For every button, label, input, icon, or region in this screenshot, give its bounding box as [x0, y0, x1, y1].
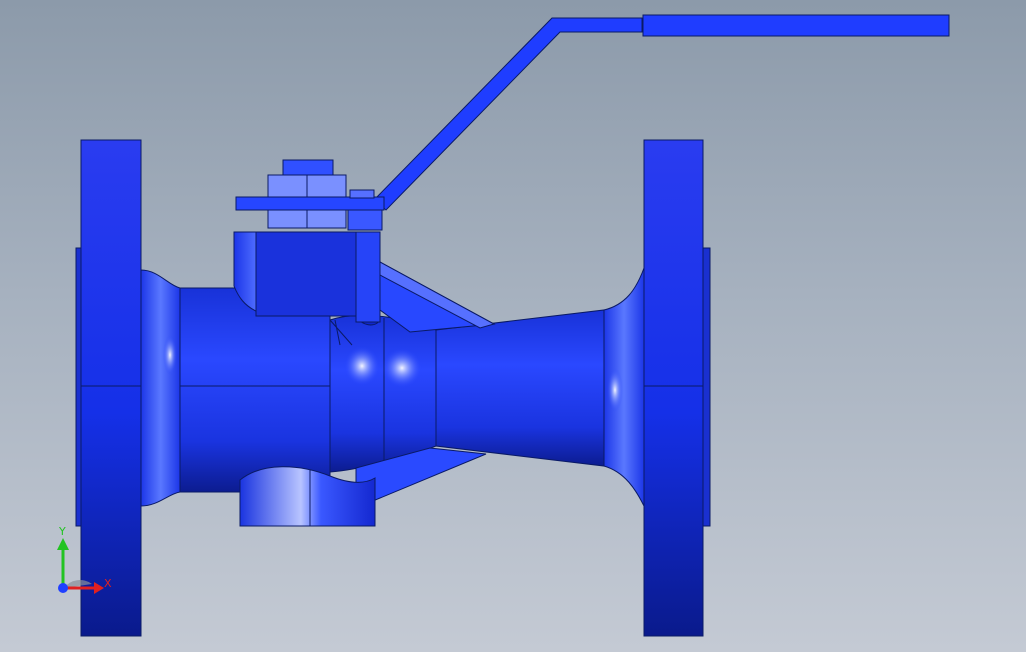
y-axis-label: Y — [59, 525, 66, 538]
bottom-boss[interactable] — [239, 466, 376, 527]
ball-valve-model[interactable] — [0, 0, 1026, 652]
valve-body-left[interactable] — [179, 287, 331, 493]
cad-3d-viewport[interactable]: Y X — [0, 0, 1026, 652]
ball-section[interactable] — [329, 315, 437, 473]
x-axis-label: X — [104, 577, 112, 590]
left-hub[interactable] — [140, 269, 181, 507]
upper-rib[interactable] — [379, 261, 496, 333]
stem-hex-nut[interactable] — [267, 159, 383, 231]
x-axis-arrowhead — [94, 582, 104, 594]
bonnet-block[interactable] — [233, 231, 381, 326]
tapered-outlet[interactable] — [435, 309, 605, 467]
y-axis-arrowhead — [57, 538, 69, 550]
right-flange[interactable] — [643, 139, 711, 637]
right-hub[interactable] — [603, 267, 645, 507]
orientation-triad: Y X — [40, 525, 120, 608]
z-axis-origin — [58, 583, 68, 593]
